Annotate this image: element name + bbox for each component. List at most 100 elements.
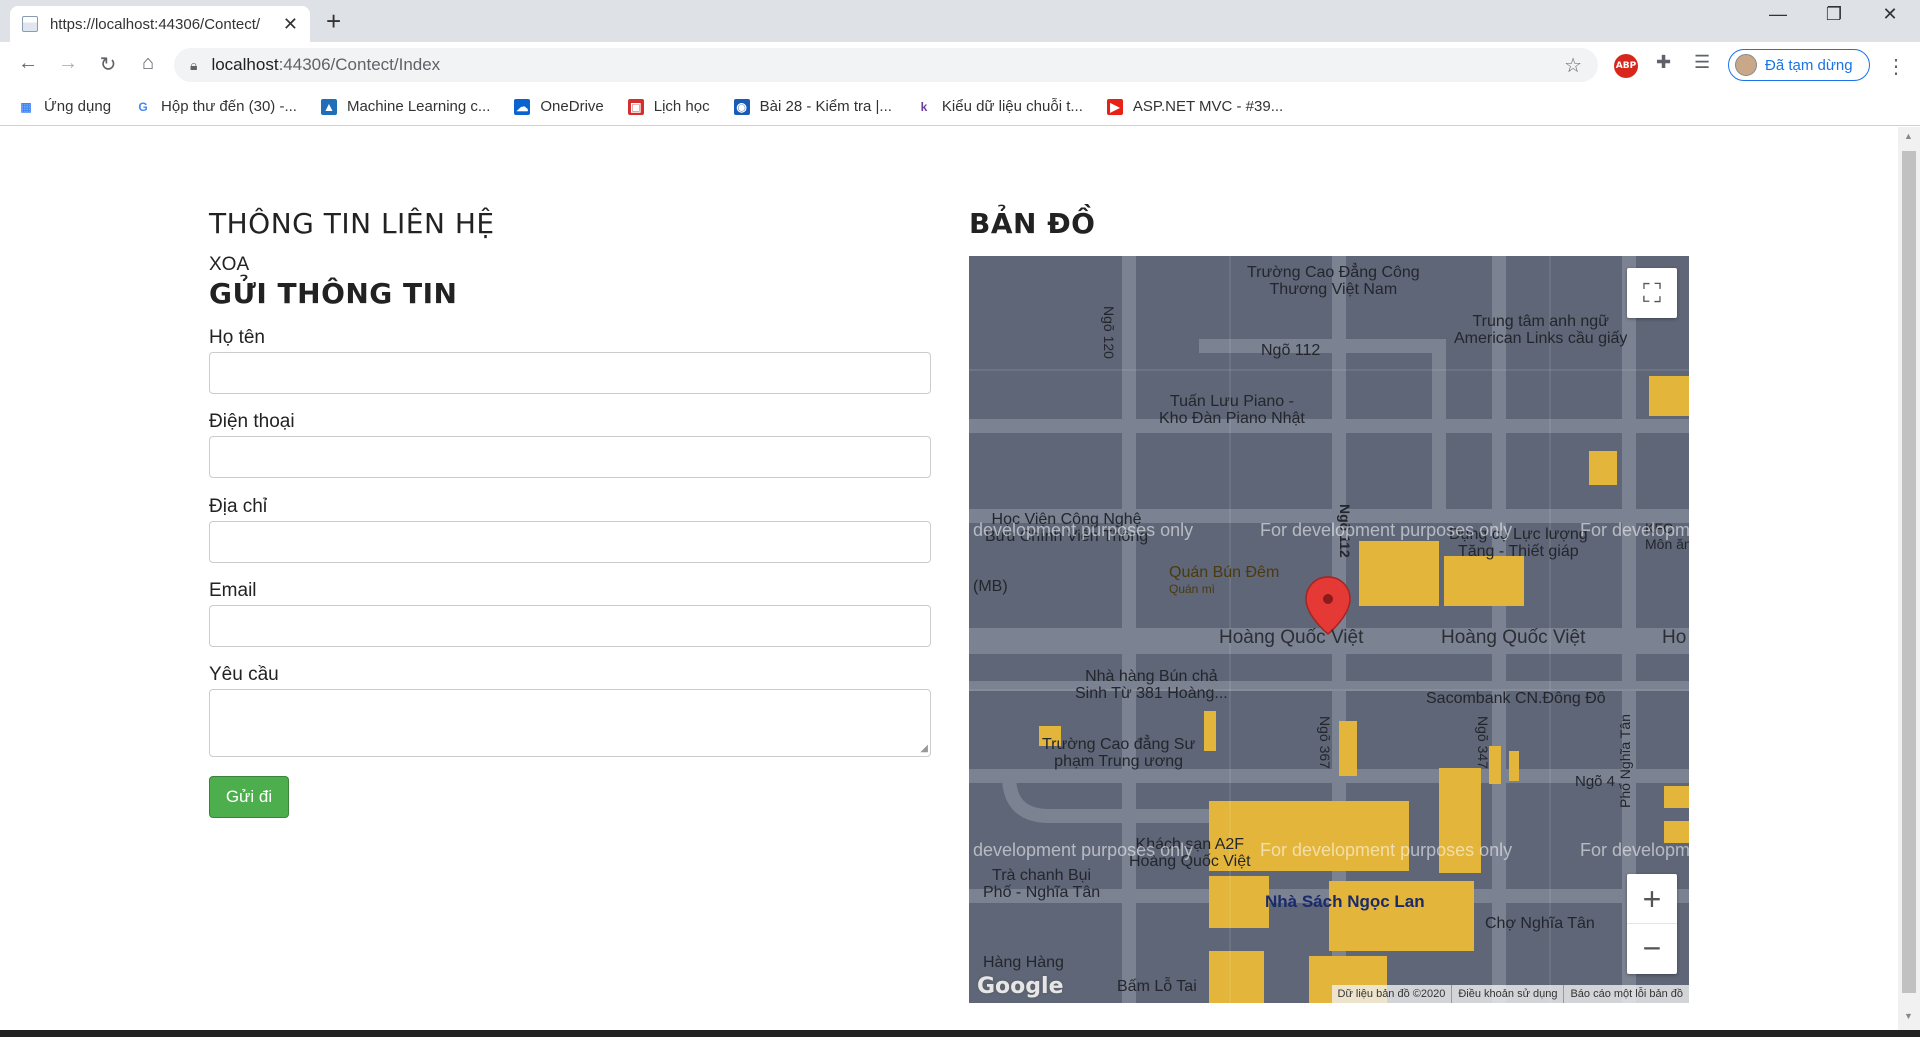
zoom-in-button[interactable]: +: [1627, 874, 1677, 924]
bookmark-item[interactable]: ▲ Machine Learning c...: [320, 98, 491, 115]
map-label-ngo347: Ngõ 347: [1475, 716, 1491, 769]
bookmark-item[interactable]: ▦ Ứng dụng: [18, 98, 111, 115]
new-tab-button[interactable]: +: [326, 8, 341, 34]
map-label-pho-nghia-tan: Phố Nghĩa Tân: [1617, 714, 1633, 808]
map-label-hang-hang: Hàng Hàng: [983, 954, 1064, 971]
dev-watermark: For developm: [1580, 520, 1689, 540]
restore-icon[interactable]: ❐: [1814, 4, 1854, 25]
map-label-bam-lo-tai: Bấm Lỗ Tai: [1117, 978, 1197, 995]
bookmark-label: Kiểu dữ liệu chuỗi t...: [941, 98, 1083, 115]
map-label-bun-dem-sub: Quán mì: [1169, 582, 1216, 596]
media-control-icon[interactable]: ☰: [1694, 52, 1710, 73]
url-host: localhost: [211, 55, 279, 74]
map-label-supham: Trường Cao đẳng Sư phạm Trung ương: [1042, 736, 1196, 770]
bookmark-label: Hộp thư đến (30) -...: [161, 98, 297, 115]
map-data-credit[interactable]: Dữ liệu bản đồ ©2020: [1332, 985, 1452, 1003]
dev-watermark: For development purposes only: [1260, 520, 1513, 540]
adblock-icon[interactable]: ABP: [1614, 54, 1638, 78]
map-label-nhahang: Nhà hàng Bún chả Sinh Từ 381 Hoàng...: [1075, 668, 1228, 702]
bookmark-item[interactable]: ◉ Bài 28 - Kiểm tra |...: [733, 98, 892, 115]
profile-button[interactable]: Đã tạm dừng: [1728, 49, 1870, 81]
scroll-up-icon[interactable]: ▲: [1904, 131, 1913, 141]
browser-tab-bar: https://localhost:44306/Contect/ ✕ + — ❐…: [0, 0, 1920, 42]
request-textarea[interactable]: ◢: [209, 689, 931, 757]
map-road-hoang-quoc-viet-3: Ho: [1662, 627, 1687, 648]
browser-tab[interactable]: https://localhost:44306/Contect/ ✕: [10, 6, 310, 42]
site-icon: ◉: [733, 98, 750, 115]
map-report-link[interactable]: Báo cáo một lỗi bản đồ: [1563, 985, 1689, 1003]
reload-icon[interactable]: ↻: [94, 52, 122, 77]
k-icon: k: [920, 99, 928, 114]
contact-heading: THÔNG TIN LIÊN HỆ: [209, 207, 495, 240]
map-label-ngo367: Ngõ 367: [1317, 716, 1333, 769]
bookmark-item[interactable]: k Kiểu dữ liệu chuỗi t...: [916, 98, 1083, 115]
map-road-hoang-quoc-viet-2: Hoàng Quốc Việt: [1441, 627, 1586, 648]
bookmark-label: Machine Learning c...: [346, 98, 491, 115]
tab-title: https://localhost:44306/Contect/: [49, 15, 261, 33]
address-bar[interactable]: 🔒︎ localhost:44306/Contect/Index ☆: [174, 48, 1598, 82]
bookmark-label: Lịch học: [653, 98, 710, 115]
address-label: Địa chỉ: [209, 496, 268, 517]
submit-button[interactable]: Gửi đi: [209, 776, 289, 818]
map-label-trachanh: Trà chanh Bụi Phố - Nghĩa Tân: [983, 867, 1101, 901]
lock-icon[interactable]: 🔒︎: [190, 57, 197, 74]
google-logo[interactable]: Google: [977, 974, 1064, 999]
resize-grip-icon[interactable]: ◢: [920, 743, 928, 754]
extensions-icon[interactable]: ✚: [1656, 52, 1671, 73]
page-scrollbar[interactable]: ▲ ▼: [1898, 127, 1920, 1030]
page-content: THÔNG TIN LIÊN HỆ XOA GỬI THÔNG TIN Họ t…: [0, 127, 1898, 1030]
zoom-control: + −: [1627, 874, 1677, 974]
bookmark-item[interactable]: ▶ ASP.NET MVC - #39...: [1106, 98, 1284, 115]
page-icon: [22, 16, 38, 32]
map-road-hoang-quoc-viet-1: Hoàng Quốc Việt: [1219, 627, 1364, 648]
bookmark-label: ASP.NET MVC - #39...: [1132, 98, 1284, 115]
calendar-icon: ▣: [627, 98, 644, 115]
fullscreen-button[interactable]: ⛶: [1627, 268, 1677, 318]
map-footer: Dữ liệu bản đồ ©2020 Điều khoản sử dụng …: [1331, 985, 1689, 1003]
bookmark-item[interactable]: G Hộp thư đến (30) -...: [135, 98, 297, 115]
dev-watermark: For developm: [1580, 840, 1689, 860]
bookmark-label: OneDrive: [540, 98, 604, 115]
scroll-down-icon[interactable]: ▼: [1904, 1011, 1913, 1021]
map-label-piano: Tuấn Lưu Piano - Kho Đàn Piano Nhật: [1159, 393, 1305, 427]
phone-label: Điện thoại: [209, 411, 295, 432]
ml-icon: ▲: [320, 98, 337, 115]
bookmark-label: Ứng dụng: [44, 98, 112, 115]
url-path: :44306/Contect/Index: [278, 55, 441, 74]
email-field[interactable]: [209, 605, 931, 647]
apps-grid-icon: ▦: [20, 99, 32, 114]
profile-status-label: Đã tạm dừng: [1765, 56, 1853, 74]
back-icon[interactable]: ←: [14, 52, 42, 75]
map-label-bun-dem: Quán Bún Đêm: [1169, 564, 1280, 581]
home-icon[interactable]: ⌂: [134, 52, 162, 75]
tab-close-icon[interactable]: ✕: [283, 14, 298, 35]
address-field[interactable]: [209, 521, 931, 563]
minimize-icon[interactable]: —: [1758, 4, 1798, 25]
name-field[interactable]: [209, 352, 931, 394]
onedrive-icon: ☁: [514, 98, 531, 115]
map-label-cho-nghia-tan: Chợ Nghĩa Tân: [1485, 915, 1595, 932]
bookmark-item[interactable]: ▣ Lịch học: [627, 98, 710, 115]
google-icon: G: [138, 99, 148, 114]
scrollbar-thumb[interactable]: [1902, 151, 1916, 993]
zoom-out-button[interactable]: −: [1627, 924, 1677, 973]
bookmark-star-icon[interactable]: ☆: [1564, 53, 1582, 78]
dev-watermark: development purposes only: [973, 520, 1194, 540]
map-terms-link[interactable]: Điều khoản sử dụng: [1451, 985, 1563, 1003]
google-map[interactable]: Trường Cao Đẳng Công Thương Việt Nam Ngõ…: [969, 256, 1689, 1003]
map-label-american-links: Trung tâm anh ngữ American Links cầu giấ…: [1454, 313, 1628, 347]
forward-icon[interactable]: →: [54, 52, 82, 75]
bookmarks-bar: ▦ Ứng dụng G Hộp thư đến (30) -... ▲ Machine …: [0, 88, 1920, 126]
taskbar-edge: [0, 1030, 1920, 1037]
browser-menu-icon[interactable]: ⋮: [1886, 54, 1906, 79]
bookmark-item[interactable]: ☁ OneDrive: [514, 98, 604, 115]
youtube-icon: ▶: [1106, 98, 1123, 115]
map-heading: BẢN ĐỒ: [969, 207, 1096, 240]
phone-field[interactable]: [209, 436, 931, 478]
map-label-ngo120: Ngõ 120: [1101, 306, 1117, 359]
xoa-text: XOA: [209, 254, 250, 275]
map-label-nhasach: Nhà Sách Ngọc Lan: [1265, 892, 1425, 911]
request-label: Yêu cầu: [209, 664, 279, 685]
window-close-icon[interactable]: ✕: [1870, 4, 1910, 25]
map-label-mb: (MB): [973, 578, 1008, 595]
